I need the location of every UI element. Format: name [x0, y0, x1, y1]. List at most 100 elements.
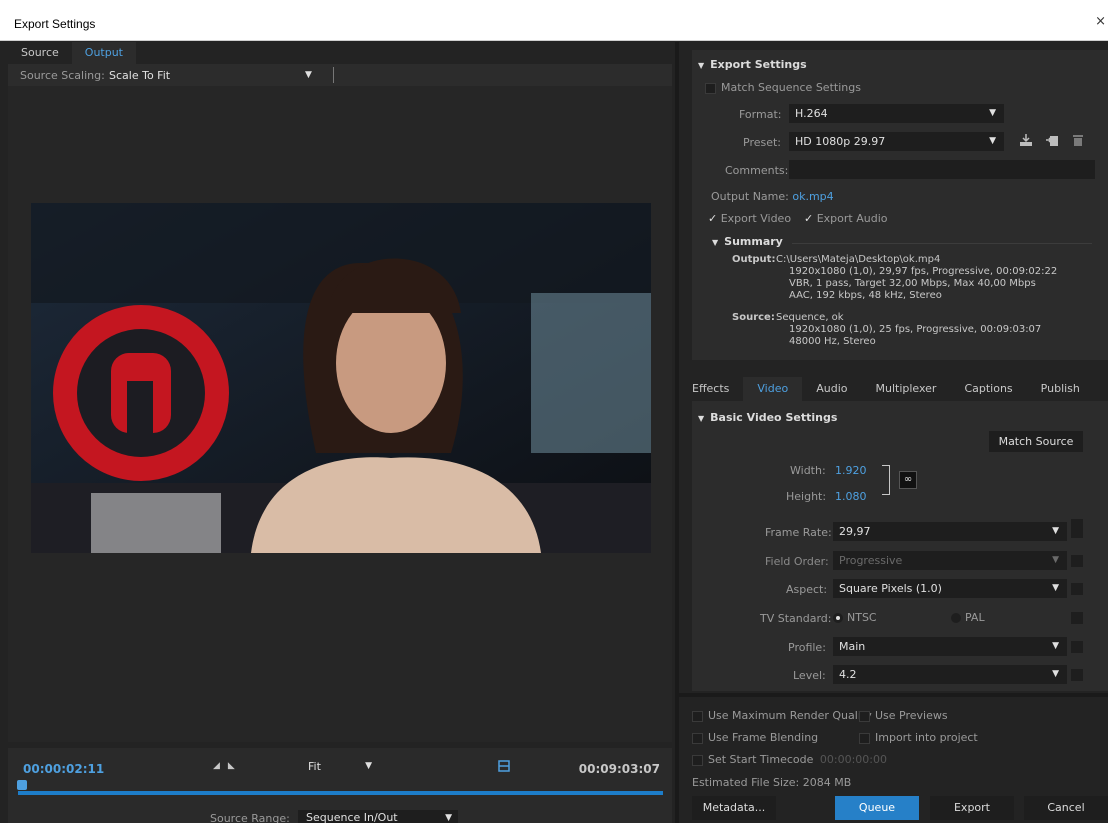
section-title: Export Settings — [710, 58, 807, 71]
field-order-select[interactable]: Progressive ▼ — [833, 551, 1067, 570]
chevron-down-icon: ▼ — [1052, 583, 1059, 593]
import-into-project-checkbox[interactable]: Import into project — [859, 731, 978, 744]
source-scaling-label: Source Scaling: — [20, 69, 105, 82]
level-label: Level: — [793, 669, 826, 682]
start-timecode-label: Set Start Timecode — [708, 753, 814, 766]
cancel-button[interactable]: Cancel — [1024, 796, 1108, 820]
field-order-label: Field Order: — [765, 555, 829, 568]
match-source-button[interactable]: Match Source — [989, 431, 1083, 452]
chevron-down-icon: ▼ — [989, 108, 996, 118]
file-size-label: Estimated File Size: — [692, 776, 800, 789]
summary-header[interactable]: ▼ Summary — [712, 235, 783, 248]
frame-blending-checkbox[interactable]: Use Frame Blending — [692, 731, 818, 744]
summary-line: 1920x1080 (1,0), 29,97 fps, Progressive,… — [789, 266, 1058, 277]
profile-label: Profile: — [788, 641, 826, 654]
file-size-value: 2084 MB — [802, 776, 852, 789]
current-timecode[interactable]: 00:00:02:11 — [23, 762, 104, 776]
timeline-track[interactable] — [18, 791, 663, 795]
frame-rate-value: 29,97 — [839, 525, 871, 538]
playhead-handle[interactable] — [16, 780, 27, 790]
chevron-down-icon: ▼ — [989, 136, 996, 146]
import-project-label: Import into project — [875, 731, 978, 744]
settings-tabs: Effects Video Audio Multiplexer Captions… — [679, 377, 1108, 401]
summary-source-label: Source: — [732, 312, 775, 323]
chevron-down-icon[interactable]: ▼ — [305, 70, 312, 80]
preset-select[interactable]: HD 1080p 29.97 ▼ — [789, 132, 1004, 151]
source-range-label: Source Range: — [210, 812, 290, 823]
export-button[interactable]: Export — [930, 796, 1014, 820]
override-checkbox[interactable] — [1071, 669, 1083, 681]
output-name-link[interactable]: ok.mp4 — [792, 190, 833, 203]
close-icon[interactable]: × — [1095, 14, 1106, 29]
in-out-marker-icons[interactable]: ◢◣ — [213, 761, 243, 771]
comments-input[interactable] — [789, 160, 1095, 179]
profile-select[interactable]: Main ▼ — [833, 637, 1067, 656]
tab-publish[interactable]: Publish — [1027, 377, 1094, 401]
export-settings-header[interactable]: ▼ Export Settings — [698, 58, 807, 71]
checkbox-icon — [859, 710, 870, 722]
aspect-select[interactable]: Square Pixels (1.0) ▼ — [833, 579, 1067, 598]
override-checkbox[interactable] — [1071, 583, 1083, 595]
override-checkbox[interactable] — [1071, 526, 1083, 538]
output-name-row: Output Name: ok.mp4 — [711, 190, 834, 203]
source-range-select[interactable]: Sequence In/Out ▼ — [298, 810, 458, 823]
radio-icon — [951, 613, 961, 623]
override-checkbox[interactable] — [1071, 641, 1083, 653]
override-checkbox[interactable] — [1071, 555, 1083, 567]
summary-source: Source: — [732, 312, 775, 324]
ntsc-radio[interactable]: NTSC — [833, 611, 877, 624]
export-settings-panel: ▼ Export Settings Match Sequence Settings… — [692, 50, 1108, 360]
summary-line: C:\Users\Mateja\Desktop\ok.mp4 — [776, 254, 941, 265]
height-value[interactable]: 1.080 — [835, 490, 867, 503]
frame-rate-select[interactable]: 29,97 ▼ — [833, 522, 1067, 541]
tab-source[interactable]: Source — [8, 42, 72, 64]
export-audio-checkbox[interactable]: ✓ Export Audio — [804, 212, 888, 225]
tab-multiplexer[interactable]: Multiplexer — [861, 377, 950, 401]
match-sequence-label: Match Sequence Settings — [721, 81, 861, 94]
tab-effects[interactable]: Effects — [679, 377, 743, 401]
tab-audio[interactable]: Audio — [802, 377, 861, 401]
video-frame — [31, 203, 651, 553]
queue-button[interactable]: Queue — [835, 796, 919, 820]
tab-captions[interactable]: Captions — [950, 377, 1026, 401]
max-render-label: Use Maximum Render Quality — [708, 709, 872, 722]
width-value[interactable]: 1.920 — [835, 464, 867, 477]
chevron-down-icon: ▼ — [365, 761, 372, 771]
settings-pane: ▼ Export Settings Match Sequence Settings… — [679, 42, 1108, 823]
chevron-down-icon: ▼ — [1052, 641, 1059, 651]
field-order-value: Progressive — [839, 554, 903, 567]
save-preset-icon[interactable] — [1019, 133, 1033, 147]
basic-video-header[interactable]: ▼ Basic Video Settings — [698, 411, 837, 424]
width-label: Width: — [790, 464, 826, 477]
summary-output-lines: C:\Users\Mateja\Desktop\ok.mp4 1920x1080… — [776, 254, 1057, 302]
output-name-label: Output Name: — [711, 190, 789, 203]
format-select[interactable]: H.264 ▼ — [789, 104, 1004, 123]
metadata-button[interactable]: Metadata... — [692, 796, 776, 820]
checkbox-icon — [692, 754, 703, 766]
source-scaling-select[interactable]: Scale To Fit — [109, 69, 170, 82]
tab-output[interactable]: Output — [71, 42, 136, 64]
match-sequence-checkbox[interactable]: Match Sequence Settings — [705, 81, 861, 94]
aspect-label: Aspect: — [786, 583, 828, 596]
summary-line: 1920x1080 (1,0), 25 fps, Progressive, 00… — [789, 324, 1042, 335]
pal-radio[interactable]: PAL — [951, 611, 985, 624]
estimated-file-size: Estimated File Size: 2084 MB — [692, 776, 851, 789]
export-video-checkbox[interactable]: ✓ Export Video — [708, 212, 791, 225]
preset-label: Preset: — [743, 136, 782, 149]
import-preset-icon[interactable] — [1045, 133, 1059, 147]
export-video-label: Export Video — [720, 212, 792, 225]
set-range-icon[interactable] — [498, 759, 510, 773]
aspect-value: Square Pixels (1.0) — [839, 582, 942, 595]
start-timecode-checkbox[interactable]: Set Start Timecode 00:00:00:00 — [692, 753, 887, 766]
summary-line: VBR, 1 pass, Target 32,00 Mbps, Max 40,0… — [789, 278, 1036, 289]
section-title: Basic Video Settings — [710, 411, 838, 424]
format-label: Format: — [739, 108, 782, 121]
delete-preset-icon[interactable] — [1072, 133, 1084, 147]
zoom-select[interactable]: Fit ▼ — [308, 760, 372, 776]
use-previews-checkbox[interactable]: Use Previews — [859, 709, 948, 722]
level-select[interactable]: 4.2 ▼ — [833, 665, 1067, 684]
max-render-quality-checkbox[interactable]: Use Maximum Render Quality — [692, 709, 872, 722]
tab-video[interactable]: Video — [743, 377, 803, 401]
link-icon[interactable]: ∞ — [899, 471, 917, 489]
override-checkbox[interactable] — [1071, 612, 1083, 624]
